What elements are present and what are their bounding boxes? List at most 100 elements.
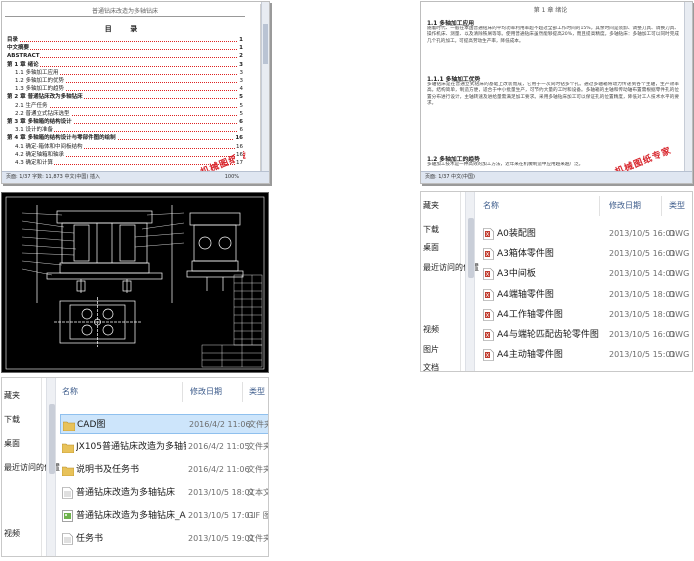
toc-entry-page: 17 <box>235 159 243 167</box>
nav-item[interactable]: 桌面 <box>4 438 20 449</box>
file-modified-date: 2013/10/5 17:01 <box>188 511 255 520</box>
file-name: A3中间板 <box>497 269 536 280</box>
column-separator[interactable] <box>599 196 600 216</box>
column-header-type[interactable]: 类型 <box>669 192 685 220</box>
toc-entry-page: 1 <box>238 44 243 53</box>
file-name: A4工作轴零件图 <box>497 309 563 320</box>
file-row[interactable]: A4端轴零件图 2013/10/5 18:01DWG 文 <box>481 285 692 305</box>
nav-item[interactable]: 桌面 <box>423 242 439 253</box>
file-type: 文件夹 <box>247 442 269 451</box>
toc-title: 目 录 <box>104 25 146 33</box>
file-name: A4与端轮匹配齿轮零件图 <box>497 330 599 340</box>
nav-item[interactable]: 文档 <box>423 362 439 371</box>
file-row[interactable]: A4主动轴零件图 2013/10/5 15:01DWG 文 <box>481 345 692 365</box>
file-name: A4端轴零件图 <box>497 289 554 300</box>
toc-entry-label: 4.3 确定和计算 <box>15 160 54 166</box>
file-type: DWG 文 <box>669 269 692 279</box>
status-bar: 页面: 1/37 中文(中国) <box>421 171 692 183</box>
nav-item[interactable]: 下载 <box>4 414 20 425</box>
toc-entry[interactable]: 1.2 多轴加工的优势 3 <box>15 77 243 85</box>
file-row[interactable]: 任务书 2013/10/5 19:01 文件夹 <box>60 529 268 549</box>
nav-item[interactable]: 藏夹 <box>4 390 20 401</box>
file-name: A0装配图 <box>497 229 536 239</box>
toc-entry[interactable]: 4.1 确定-箱体和中间板结构 16 <box>15 142 243 151</box>
dot-leader <box>7 41 237 42</box>
column-separator[interactable] <box>242 382 243 402</box>
toc-entry[interactable]: 2.2 普通立式钻床选型 5 <box>15 109 243 118</box>
file-row[interactable]: 普通钻床改造为多轴钻床 2013/10/5 18:01 文本文 <box>60 483 268 503</box>
toc-entry[interactable]: ABSTRACT 2 <box>7 52 243 61</box>
file-type: 文件夹 <box>247 465 269 474</box>
file-row[interactable]: 说明书及任务书 2016/4/2 11:06 文件夹 <box>60 460 269 480</box>
nav-item[interactable]: 下载 <box>423 224 439 235</box>
scrollbar-thumb[interactable] <box>49 404 55 474</box>
toc-entry-page: 16 <box>234 134 243 143</box>
file-name: JX105普通钻床改造为多轴钻床 <box>76 442 186 452</box>
toc-entry[interactable]: 3.1 设计的准备 6 <box>15 126 243 135</box>
file-row[interactable]: JX105普通钻床改造为多轴钻床2016/4/2 11:05文件夹 <box>60 437 269 457</box>
toc-entry-label: 第 1 章 绪论 <box>7 61 40 68</box>
toc-entry[interactable]: 目录 1 <box>7 36 243 44</box>
column-header-name[interactable]: 名称 <box>62 378 78 406</box>
nav-item[interactable]: 藏夹 <box>423 200 439 211</box>
zoom-level[interactable]: 100% <box>225 172 239 183</box>
file-row[interactable]: CAD图 2016/4/2 11:06文件夹 <box>60 414 268 434</box>
dot-leader <box>7 49 237 51</box>
file-name: A4主动轴零件图 <box>497 350 563 361</box>
file-modified-date: 2016/4/2 11:06 <box>188 465 250 474</box>
column-header-name[interactable]: 名称 <box>483 192 499 220</box>
toc-entry-label: 4.1 确定-箱体和中间板结构 <box>15 143 84 150</box>
toc-entry[interactable]: 第 3 章 多轴箱的结构设计 6 <box>7 118 243 126</box>
file-row[interactable]: A0装配图 2013/10/5 16:01DWG 文 <box>481 224 692 244</box>
file-name: 普通钻床改造为多轴钻床_A0装配图 <box>76 511 186 521</box>
column-header-date[interactable]: 修改日期 <box>609 192 641 220</box>
dwg-icon <box>483 308 494 321</box>
toc-entry[interactable]: 第 4 章 多轴箱的结构设计与零部件图的绘制 16 <box>7 134 243 143</box>
toc-entry[interactable]: 中文摘要 1 <box>7 44 243 53</box>
file-modified-date: 2013/10/5 18:01 <box>609 309 676 319</box>
scrollbar-thumb[interactable] <box>468 218 474 278</box>
toc-entry[interactable]: 第 1 章 绪论 3 <box>7 60 243 69</box>
toc-entry-label: 第 3 章 多轴箱的结构设计 <box>7 119 73 125</box>
navigation-scrollbar[interactable] <box>46 378 56 556</box>
side-view <box>186 212 244 291</box>
cad-drawing-view[interactable] <box>1 192 269 373</box>
file-row[interactable]: A3中间板 2013/10/5 14:01DWG 文 <box>481 264 692 284</box>
nav-item[interactable]: 视频 <box>423 324 439 335</box>
vertical-scrollbar[interactable] <box>261 2 269 173</box>
column-header-date[interactable]: 修改日期 <box>190 378 222 406</box>
dot-leader <box>7 57 237 59</box>
toc-entry-page: 6 <box>238 126 243 135</box>
file-modified-date: 2013/10/5 16:01 <box>609 229 676 238</box>
title-block <box>201 344 263 368</box>
nav-item[interactable]: 图片 <box>423 344 439 355</box>
toc-entry-page: 5 <box>238 109 243 118</box>
file-row[interactable]: A4与端轮匹配齿轮零件图 2013/10/5 16:01DWG 文 <box>481 325 692 345</box>
toc-entry[interactable]: 第 2 章 普通钻床改为多轴钻床 5 <box>7 93 243 102</box>
status-text: 页面: 1/37 字数: 11,873 中文(中国) 插入 <box>6 174 100 180</box>
parts-list-table <box>233 274 263 346</box>
column-separator[interactable] <box>661 196 662 216</box>
file-modified-date: 2013/10/5 15:01 <box>609 350 676 360</box>
dwg-icon <box>483 288 494 301</box>
toc-entry[interactable]: 1.1 多轴加工应用 3 <box>15 68 243 77</box>
nav-item[interactable]: 视频 <box>4 528 20 539</box>
toc-entry-label: 1.3 多轴加工的趋势 <box>15 86 65 93</box>
file-row[interactable]: 普通钻床改造为多轴钻床_A0装配图2013/10/5 17:01GIF 图 <box>60 506 268 526</box>
file-row[interactable]: A4工作轴零件图 2013/10/5 18:01DWG 文 <box>481 305 692 325</box>
vertical-scrollbar[interactable] <box>684 2 692 173</box>
scrollbar-thumb[interactable] <box>263 24 268 64</box>
toc-entry-page: 4 <box>238 85 243 94</box>
file-name: 任务书 <box>76 534 104 544</box>
file-row[interactable]: A3箱体零件图 2013/10/5 16:01DWG 文 <box>481 244 692 264</box>
toc-entry[interactable]: 1.3 多轴加工的趋势 4 <box>15 85 243 94</box>
toc-entry[interactable]: 2.1 生产任务 5 <box>15 101 243 110</box>
file-type: DWG 文 <box>669 289 692 299</box>
toc-entry[interactable]: 4.2 确定轴箱和轴承 16 <box>15 150 243 159</box>
column-header-type[interactable]: 类型 <box>249 378 265 406</box>
top-view <box>54 297 142 347</box>
dwg-icon <box>483 248 494 260</box>
file-name: 普通钻床改造为多轴钻床 <box>76 488 176 498</box>
navigation-scrollbar[interactable] <box>465 192 475 371</box>
column-separator[interactable] <box>182 382 183 402</box>
